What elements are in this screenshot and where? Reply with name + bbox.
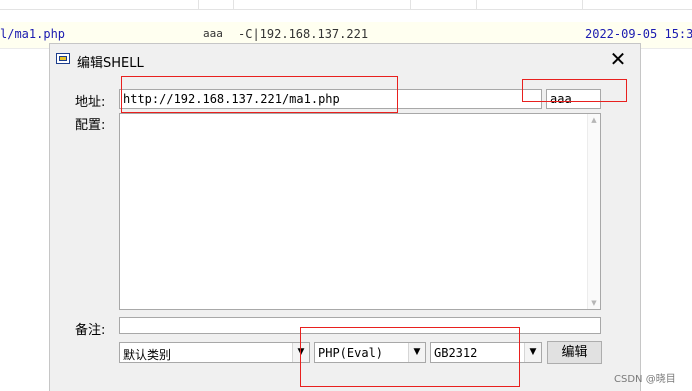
dialog-title: 编辑SHELL: [77, 56, 144, 71]
config-scrollbar[interactable]: ▲ ▼: [587, 114, 600, 309]
encoding-value: GB2312: [434, 346, 478, 360]
address-field[interactable]: http://192.168.137.221/ma1.php: [119, 89, 542, 109]
chevron-down-icon[interactable]: ▼: [292, 343, 309, 362]
chevron-down-icon[interactable]: ▼: [408, 343, 425, 362]
row-password: aaa: [203, 27, 223, 40]
edit-button[interactable]: 编辑: [547, 341, 602, 364]
note-field[interactable]: [119, 317, 601, 334]
category-value: 默认类别: [123, 348, 172, 362]
row-date: 2022-09-05 15:3: [585, 27, 692, 41]
row-info: -C|192.168.137.221: [238, 27, 369, 41]
script-type-value: PHP(Eval): [318, 346, 384, 360]
column-divider: [476, 0, 477, 9]
column-divider: [582, 0, 583, 9]
config-label: 配置:: [75, 118, 106, 133]
window-icon: [56, 53, 70, 64]
config-textarea[interactable]: ▲ ▼: [119, 113, 601, 310]
script-type-select[interactable]: PHP(Eval) ▼: [314, 342, 426, 363]
row-file-url: l/ma1.php: [0, 27, 66, 41]
category-select[interactable]: 默认类别 ▼: [119, 342, 310, 363]
scroll-up-icon[interactable]: ▲: [588, 114, 600, 126]
column-divider: [233, 0, 234, 9]
close-icon[interactable]: ✕: [607, 48, 629, 70]
dialog-titlebar[interactable]: 编辑SHELL ✕: [50, 44, 640, 74]
address-label: 地址:: [75, 95, 106, 110]
encoding-select[interactable]: GB2312 ▼: [430, 342, 542, 363]
list-header-strip: [0, 0, 692, 10]
scroll-down-icon[interactable]: ▼: [588, 297, 600, 309]
edit-shell-dialog: 编辑SHELL ✕ 地址: http://192.168.137.221/ma1…: [49, 43, 641, 391]
column-divider: [198, 0, 199, 9]
chevron-down-icon[interactable]: ▼: [524, 343, 541, 362]
password-field[interactable]: aaa: [546, 89, 601, 109]
watermark: CSDN @晓目: [614, 374, 676, 385]
column-divider: [410, 0, 411, 9]
note-label: 备注:: [75, 323, 106, 338]
